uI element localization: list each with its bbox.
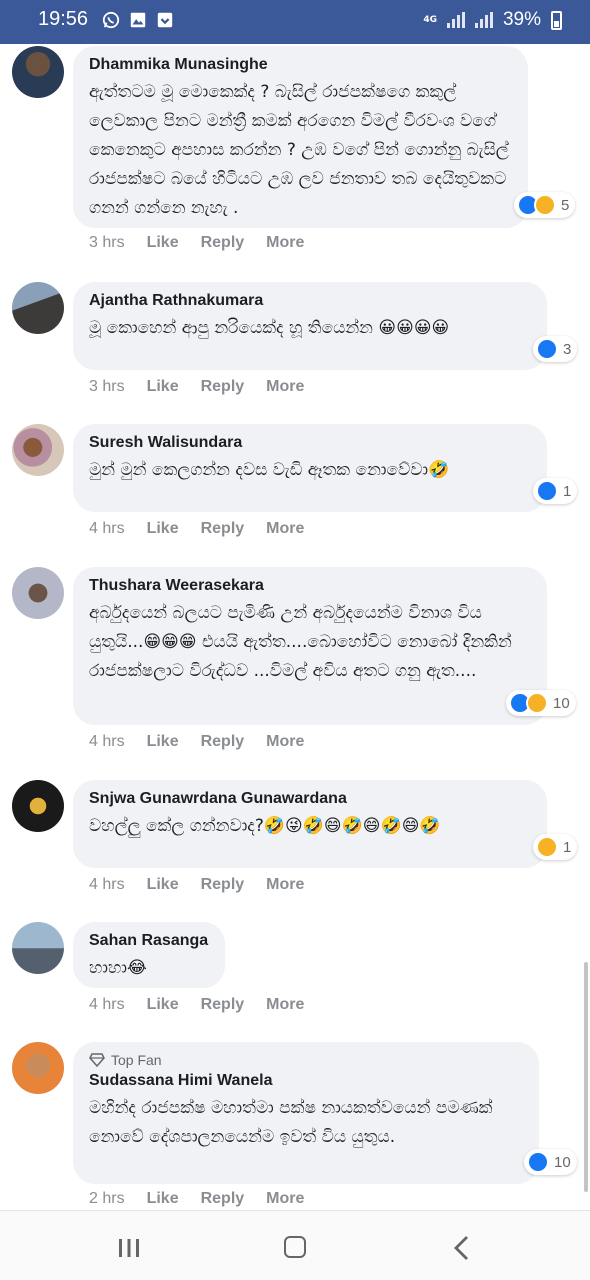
avatar[interactable]: [12, 46, 64, 98]
reaction-summary[interactable]: 3: [533, 336, 578, 362]
more-button[interactable]: More: [266, 733, 304, 751]
avatar[interactable]: [12, 567, 64, 619]
comment-bubble[interactable]: Dhammika Munasinghe ඇත්තටම මූ මොකෙක්ද ? …: [73, 46, 528, 228]
more-button[interactable]: More: [266, 876, 304, 894]
recent-apps-button[interactable]: [117, 1237, 141, 1259]
like-button[interactable]: Like: [147, 1190, 179, 1208]
reaction-summary[interactable]: 1: [533, 834, 578, 860]
more-button[interactable]: More: [266, 378, 304, 396]
reply-button[interactable]: Reply: [201, 1190, 245, 1208]
like-reaction-icon: [536, 338, 558, 360]
comment-text: අර්බුදයෙන් බලයට පැමිණි උන් අර්බුදයෙන්ම ව…: [89, 603, 512, 681]
reply-button[interactable]: Reply: [201, 876, 245, 894]
back-button[interactable]: [452, 1235, 470, 1261]
more-button[interactable]: More: [266, 996, 304, 1014]
avatar[interactable]: [12, 282, 64, 334]
like-reaction-icon: [527, 1151, 549, 1173]
comment-text: හාහා😂: [89, 958, 147, 978]
reaction-summary[interactable]: 5: [514, 192, 576, 218]
battery-level: 39%: [502, 9, 541, 30]
like-button[interactable]: Like: [147, 520, 179, 538]
comment-text: මූ කොහෙන් ආපු නරියෙක්ද හූ තියෙන්න 😀😀😀😀: [89, 318, 450, 338]
network-type: 4G: [423, 14, 437, 25]
comment-text: වහල්ලු කේල ගන්නවාද?🤣😜🤣😄🤣😄🤣😄🤣: [89, 816, 441, 836]
avatar[interactable]: [12, 780, 64, 832]
navigation-bar: [0, 1210, 590, 1280]
like-button[interactable]: Like: [147, 378, 179, 396]
top-fan-label: Top Fan: [111, 1052, 162, 1068]
comment-author[interactable]: Ajantha Rathnakumara: [89, 290, 531, 312]
comment-bubble[interactable]: Top Fan Sudassana Himi Wanela මහින්ද රාජ…: [73, 1042, 539, 1184]
comment-text: මහින්ද රාජපක්ෂ මහාත්මා පක්ෂ නායකත්වයෙන් …: [89, 1098, 493, 1147]
comment-author[interactable]: Sahan Rasanga: [89, 930, 209, 952]
reply-button[interactable]: Reply: [201, 378, 245, 396]
signal-icon: [446, 12, 465, 28]
comment-author[interactable]: Thushara Weerasekara: [89, 575, 531, 597]
comment-bubble[interactable]: Thushara Weerasekara අර්බුදයෙන් බලයට පැම…: [73, 567, 547, 725]
gallery-icon: [130, 12, 146, 28]
reaction-summary[interactable]: 10: [506, 690, 576, 716]
comment-text: මුන් මුන් කෙලගන්න දවස වැඩි ඈතක නොවේවා🤣: [89, 460, 450, 480]
download-icon: [157, 12, 173, 28]
like-button[interactable]: Like: [147, 876, 179, 894]
status-time: 19:56: [38, 8, 89, 30]
reaction-count: 3: [563, 340, 572, 358]
comment-time: 4 hrs: [89, 733, 125, 750]
reply-button[interactable]: Reply: [201, 996, 245, 1014]
reply-button[interactable]: Reply: [201, 520, 245, 538]
comment-bubble[interactable]: Sahan Rasanga හාහා😂: [73, 922, 225, 988]
whatsapp-icon: [102, 11, 120, 29]
more-button[interactable]: More: [266, 1190, 304, 1208]
reaction-count: 10: [553, 694, 570, 712]
comment-time: 4 hrs: [89, 876, 125, 893]
scrollbar[interactable]: [584, 962, 588, 1192]
comment-author[interactable]: Dhammika Munasinghe: [89, 54, 512, 76]
comment-bubble[interactable]: Suresh Walisundara මුන් මුන් කෙලගන්න දවස…: [73, 424, 547, 512]
comment-time: 2 hrs: [89, 1190, 125, 1207]
signal-icon: [474, 12, 493, 28]
avatar[interactable]: [12, 922, 64, 974]
avatar[interactable]: [12, 424, 64, 476]
more-button[interactable]: More: [266, 234, 304, 252]
home-button[interactable]: [284, 1236, 306, 1258]
reaction-count: 1: [563, 838, 572, 856]
comment-bubble[interactable]: Ajantha Rathnakumara මූ කොහෙන් ආපු නරියෙ…: [73, 282, 547, 370]
status-bar: 19:56 4G 39%: [0, 0, 590, 44]
like-button[interactable]: Like: [147, 996, 179, 1014]
comment-time: 4 hrs: [89, 996, 125, 1013]
haha-reaction-icon: [534, 194, 556, 216]
like-reaction-icon: [536, 480, 558, 502]
comment-text: ඇත්තටම මූ මොකෙක්ද ? බැසිල් රාජපක්ෂගෙ කකු…: [89, 82, 509, 218]
battery-icon: [551, 10, 562, 30]
reaction-count: 10: [554, 1153, 571, 1171]
reaction-count: 1: [563, 482, 572, 500]
comment-bubble[interactable]: Snjwa Gunawrdana Gunawardana වහල්ලු කේල …: [73, 780, 547, 868]
like-button[interactable]: Like: [147, 234, 179, 252]
haha-reaction-icon: [536, 836, 558, 858]
comment-author[interactable]: Sudassana Himi Wanela: [89, 1070, 523, 1092]
comment-time: 3 hrs: [89, 234, 125, 251]
reaction-count: 5: [561, 196, 570, 214]
reaction-summary[interactable]: 10: [524, 1149, 577, 1175]
comment-time: 3 hrs: [89, 378, 125, 395]
reaction-summary[interactable]: 1: [533, 478, 578, 504]
comment-author[interactable]: Snjwa Gunawrdana Gunawardana: [89, 788, 531, 810]
top-fan-badge: Top Fan: [89, 1050, 523, 1070]
comment-time: 4 hrs: [89, 520, 125, 537]
more-button[interactable]: More: [266, 520, 304, 538]
haha-reaction-icon: [526, 692, 548, 714]
reply-button[interactable]: Reply: [201, 234, 245, 252]
diamond-icon: [89, 1053, 105, 1067]
avatar[interactable]: [12, 1042, 64, 1094]
like-button[interactable]: Like: [147, 733, 179, 751]
comment-author[interactable]: Suresh Walisundara: [89, 432, 531, 454]
reply-button[interactable]: Reply: [201, 733, 245, 751]
